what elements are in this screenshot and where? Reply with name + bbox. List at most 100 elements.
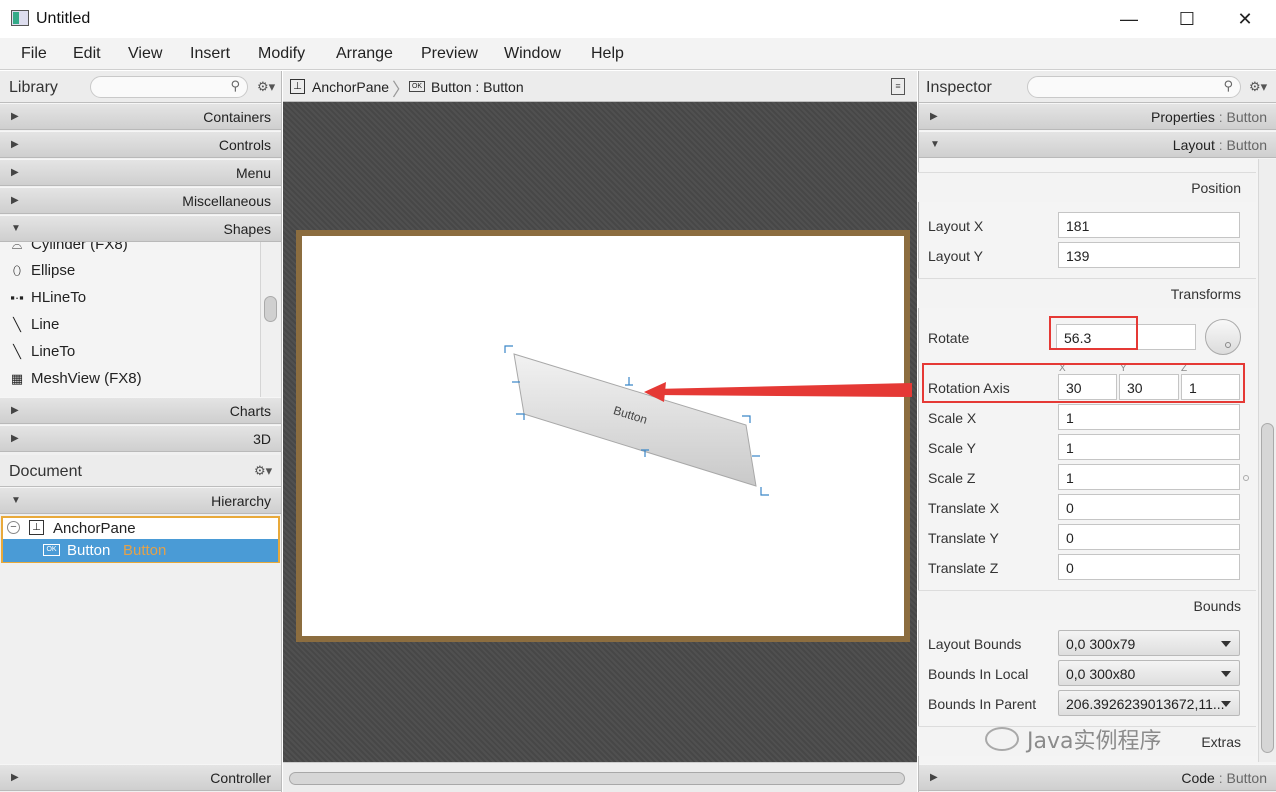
expand-arrow-icon: ▶ [11, 433, 19, 444]
anchorpane-content[interactable]: Button [302, 236, 912, 636]
controller-section[interactable]: ▶ Controller [0, 764, 281, 791]
scrollbar-thumb[interactable] [1261, 423, 1274, 753]
rotate-highlight-box [1049, 316, 1138, 350]
shapes-list: ⌓ Cylinder (FX8) ⬯ Ellipse ▪·▪ HLineTo ╲ Lin… [0, 242, 260, 397]
bounds-local-label: Bounds In Local [928, 666, 1029, 682]
breadcrumb-anchorpane[interactable]: AnchorPane [312, 79, 389, 95]
expand-arrow-icon: ▶ [11, 195, 19, 206]
menu-help[interactable]: Help [591, 45, 624, 63]
anchorpane-icon: ⊥ [29, 520, 44, 535]
breadcrumb-button[interactable]: Button : Button [431, 79, 524, 95]
scale-y-field[interactable]: 1 [1058, 434, 1240, 460]
title-bar: Untitled — ☐ ✕ [0, 0, 1276, 38]
library-gear-icon[interactable]: ⚙▾ [257, 79, 275, 95]
document-icon[interactable]: ≡ [891, 78, 905, 95]
rotate-dial[interactable] [1205, 319, 1241, 355]
search-icon: ⚲ [1223, 78, 1233, 93]
scrollbar-thumb[interactable] [289, 772, 905, 785]
translate-z-field[interactable]: 0 [1058, 554, 1240, 580]
menu-preview[interactable]: Preview [421, 45, 478, 63]
layout-bounds-select[interactable]: 0,0 300x79 [1058, 630, 1240, 656]
menu-arrange[interactable]: Arrange [336, 45, 393, 63]
list-item[interactable]: ╲ Line [9, 316, 59, 333]
document-gear-icon[interactable]: ⚙▾ [254, 463, 272, 479]
layout-x-label: Layout X [928, 218, 984, 234]
menu-modify[interactable]: Modify [258, 45, 305, 63]
expand-arrow-icon: ▶ [11, 167, 19, 178]
layout-section[interactable]: ▼ Layout : Button [919, 131, 1276, 158]
collapse-arrow-icon: ▼ [11, 495, 21, 506]
scale-y-label: Scale Y [928, 440, 976, 456]
library-section-controls[interactable]: ▶ Controls [0, 131, 281, 158]
tree-label: AnchorPane [53, 520, 136, 537]
layout-bounds-label: Layout Bounds [928, 636, 1022, 652]
canvas-hscrollbar[interactable] [283, 762, 917, 792]
scale-x-field[interactable]: 1 [1058, 404, 1240, 430]
inspector-header: Inspector ⚲ ⚙▾ [919, 71, 1276, 103]
translate-y-field[interactable]: 0 [1058, 524, 1240, 550]
translate-z-label: Translate Z [928, 560, 999, 576]
menu-edit[interactable]: Edit [73, 45, 101, 63]
library-search-input[interactable]: ⚲ [90, 76, 248, 98]
list-item[interactable]: ⌓ Cylinder (FX8) [9, 242, 128, 253]
anchorpane-stage[interactable]: Button [296, 230, 912, 642]
minimize-button[interactable]: — [1100, 0, 1158, 38]
list-item[interactable]: ▪·▪ HLineTo [9, 289, 86, 306]
menu-view[interactable]: View [128, 45, 162, 63]
menu-file[interactable]: File [21, 45, 47, 63]
list-item[interactable]: ╲ LineTo [9, 343, 75, 360]
hlineto-icon: ▪·▪ [10, 290, 24, 305]
line-icon: ╲ [13, 316, 21, 332]
wechat-logo-icon [985, 727, 1019, 751]
transforms-header: Transforms [918, 278, 1256, 308]
tree-type-label: Button [123, 542, 167, 559]
tree-label: Button [67, 542, 111, 559]
property-menu-icon[interactable] [1243, 475, 1249, 481]
layout-x-field[interactable]: 181 [1058, 212, 1240, 238]
lineto-icon: ╲ [13, 343, 21, 359]
hierarchy-section[interactable]: ▼ Hierarchy [0, 487, 281, 514]
scrollbar-thumb[interactable] [264, 296, 277, 322]
menu-bar: File Edit View Insert Modify Arrange Pre… [0, 38, 1276, 70]
search-icon: ⚲ [230, 78, 240, 93]
list-item[interactable]: ▦ MeshView (FX8) [9, 370, 142, 387]
inspector-vscrollbar[interactable] [1258, 159, 1276, 762]
tree-row-anchorpane[interactable]: − ⊥ AnchorPane [3, 518, 278, 539]
library-section-3d[interactable]: ▶ 3D [0, 425, 281, 452]
menu-window[interactable]: Window [504, 45, 561, 63]
bounds-local-select[interactable]: 0,0 300x80 [1058, 660, 1240, 686]
library-section-shapes[interactable]: ▼ Shapes [0, 215, 281, 242]
library-section-charts[interactable]: ▶ Charts [0, 397, 281, 424]
maximize-button[interactable]: ☐ [1158, 0, 1216, 38]
translate-x-field[interactable]: 0 [1058, 494, 1240, 520]
properties-section[interactable]: ▶ Properties : Button [919, 103, 1276, 130]
close-button[interactable]: ✕ [1216, 0, 1274, 38]
bounds-parent-select[interactable]: 206.3926239013672,11... [1058, 690, 1240, 716]
tree-row-button[interactable]: OK Button Button [3, 539, 278, 562]
collapse-toggle-icon[interactable]: − [7, 521, 20, 534]
library-section-containers[interactable]: ▶ Containers [0, 103, 281, 130]
hierarchy-tree: − ⊥ AnchorPane OK Button Button [1, 516, 280, 563]
bounds-header: Bounds [918, 590, 1256, 620]
library-section-miscellaneous[interactable]: ▶ Miscellaneous [0, 187, 281, 214]
window-title: Untitled [36, 10, 91, 27]
breadcrumb: ⊥ AnchorPane 〉 OK Button : Button ≡ [283, 71, 917, 102]
layout-y-label: Layout Y [928, 248, 984, 264]
library-section-menu[interactable]: ▶ Menu [0, 159, 281, 186]
library-title: Library [9, 79, 58, 96]
inspector-gear-icon[interactable]: ⚙▾ [1249, 79, 1267, 95]
button-icon: OK [409, 81, 425, 92]
menu-insert[interactable]: Insert [190, 45, 230, 63]
list-item[interactable]: ⬯ Ellipse [9, 262, 75, 279]
inspector-search-input[interactable]: ⚲ [1027, 76, 1241, 98]
document-title: Document [9, 463, 82, 480]
shapes-scrollbar[interactable] [260, 242, 281, 397]
translate-y-label: Translate Y [928, 530, 999, 546]
code-section[interactable]: ▶ Code : Button [919, 764, 1276, 791]
expand-arrow-icon: ▶ [11, 772, 19, 783]
layout-y-field[interactable]: 139 [1058, 242, 1240, 268]
left-panel: Library ⚲ ⚙▾ ▶ Containers ▶ Controls ▶ Menu… [0, 71, 282, 792]
expand-arrow-icon: ▶ [930, 772, 938, 783]
scale-z-field[interactable]: 1 [1058, 464, 1240, 490]
expand-arrow-icon: ▶ [930, 111, 938, 122]
